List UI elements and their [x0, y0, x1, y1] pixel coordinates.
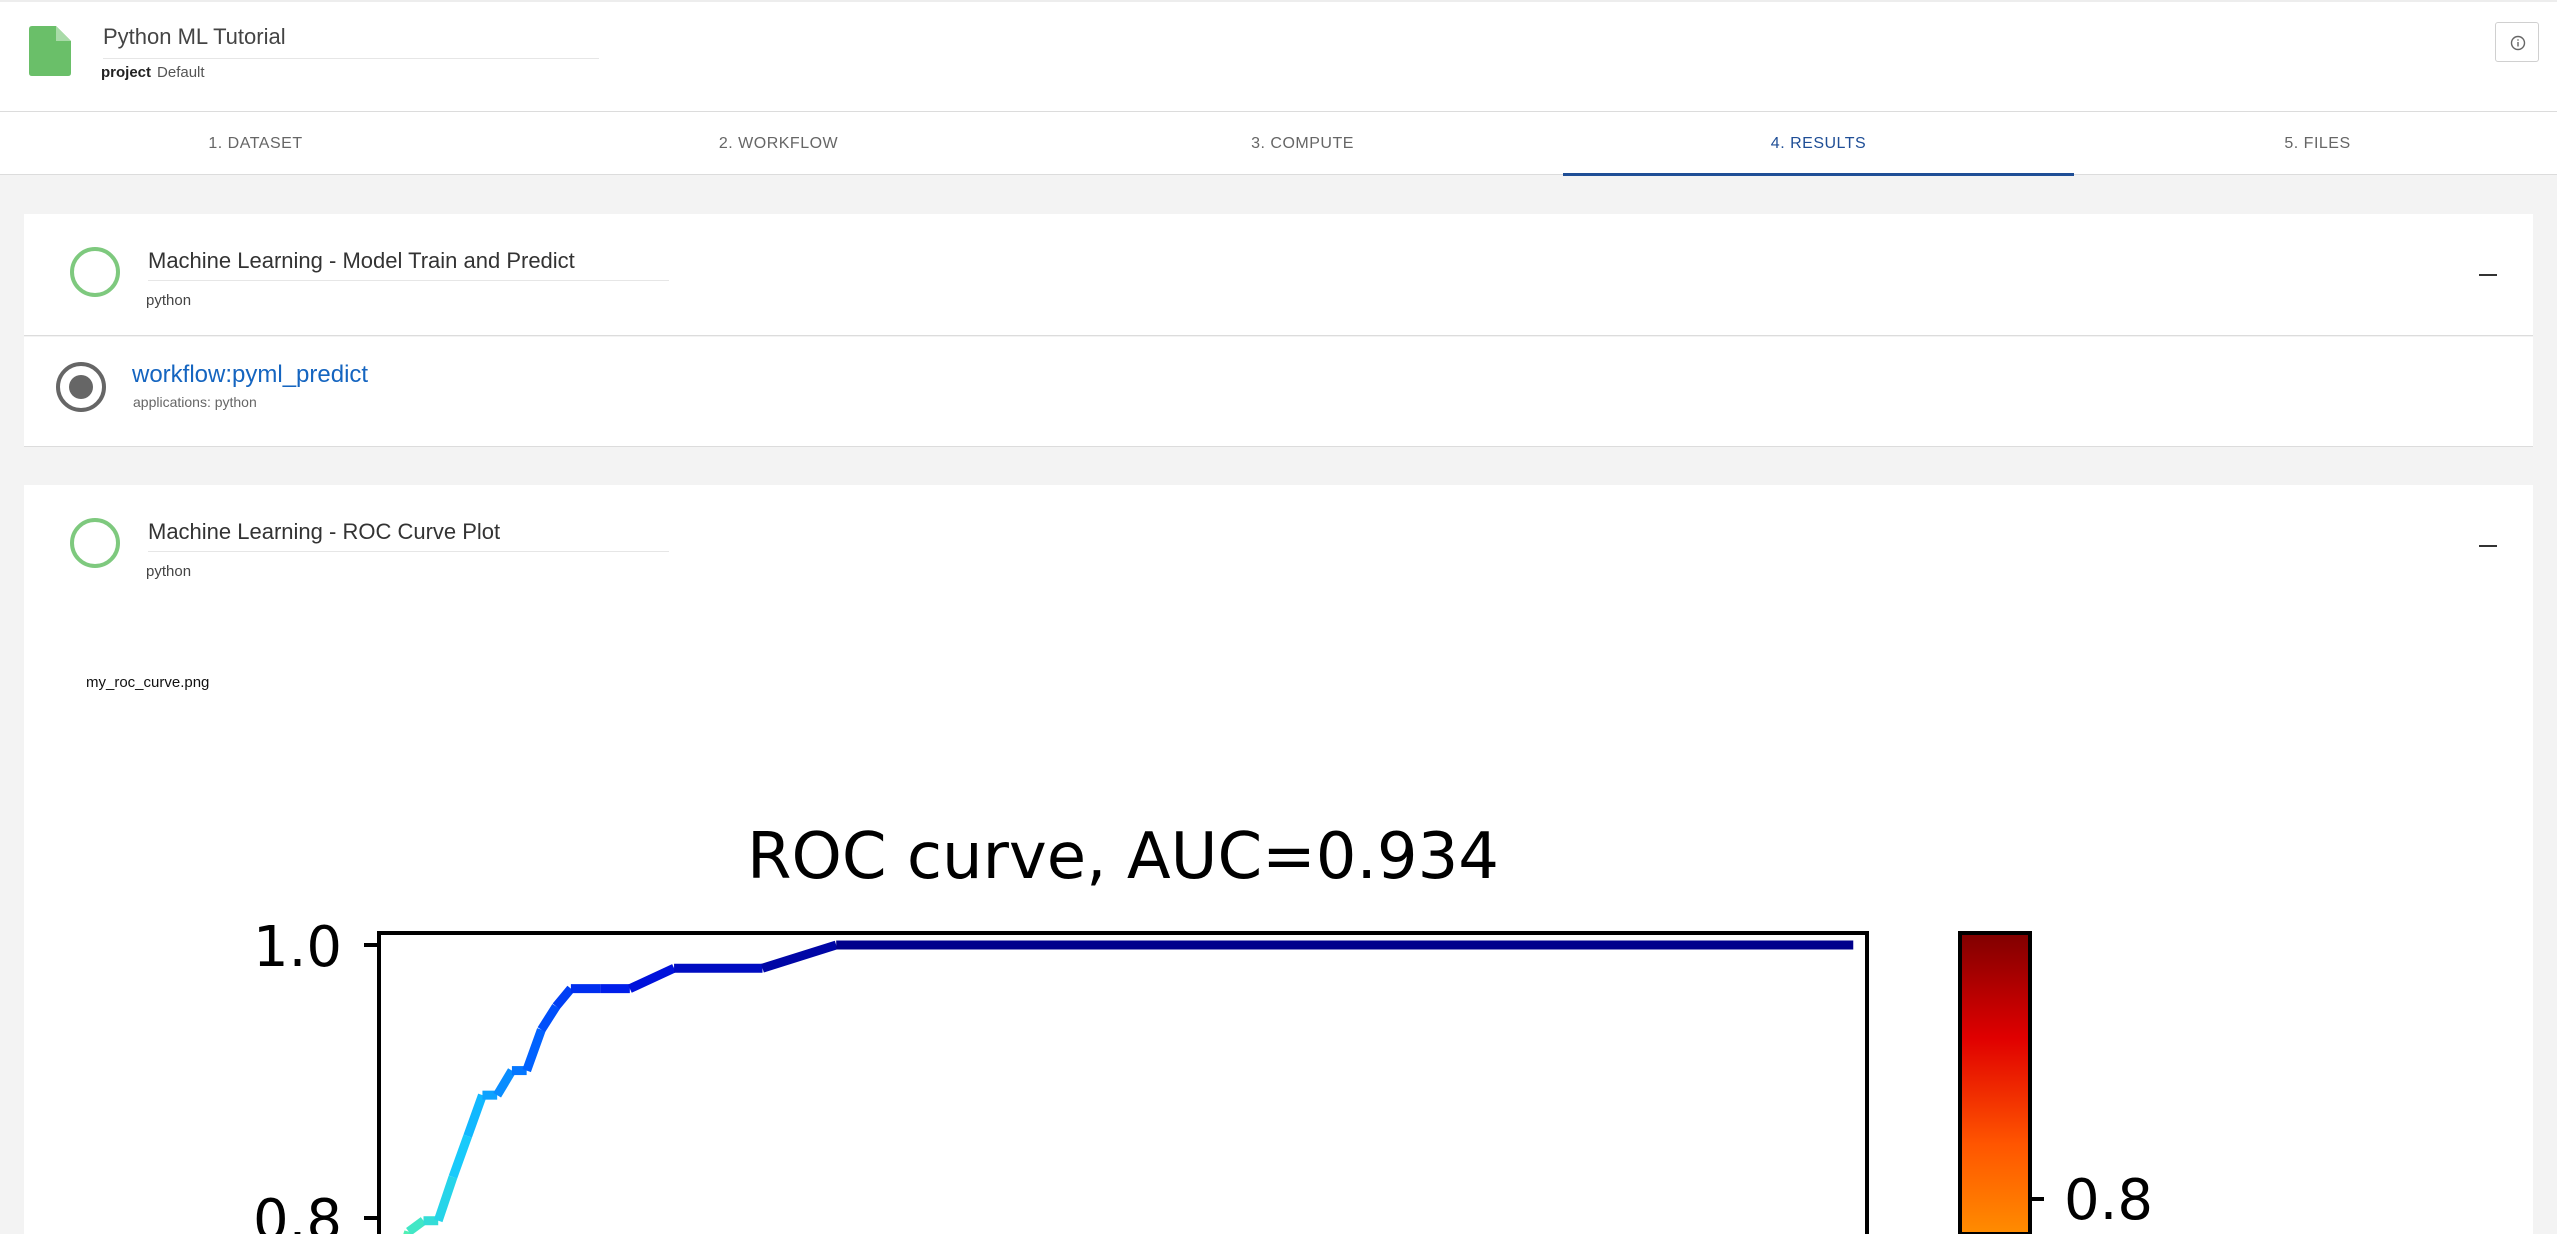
step-tabs: 1. DATASET 2. WORKFLOW 3. COMPUTE 4. RES…	[0, 112, 2557, 176]
roc-curve-segment	[627, 964, 676, 993]
roc-curve-series	[403, 940, 1854, 1234]
y-tick-label: 1.0	[253, 915, 342, 980]
roc-curve-segment	[433, 1175, 458, 1223]
roc-curve-segment	[406, 1217, 427, 1234]
tab-results[interactable]: 4. RESULTS	[1563, 112, 2074, 176]
collapse-icon[interactable]	[2479, 545, 2497, 547]
card-subtitle: python	[146, 292, 192, 309]
colorbar	[1958, 931, 2032, 1234]
status-ring-icon	[70, 518, 120, 568]
workflow-link[interactable]: workflow:pyml_predict	[132, 361, 368, 389]
roc-curve-segment	[448, 1134, 472, 1179]
y-tick-label: 0.8	[253, 1188, 342, 1234]
roc-chart: ROC curve, AUC=0.934 1.0 0.8 0.8	[253, 820, 2153, 1234]
info-icon	[2510, 35, 2526, 51]
project-label: project	[101, 64, 152, 81]
radio-selected-icon[interactable]	[56, 362, 106, 412]
tab-files[interactable]: 5. FILES	[2062, 112, 2557, 175]
tab-workflow[interactable]: 2. WORKFLOW	[523, 112, 1034, 175]
page-header: Python ML Tutorial project Default	[0, 0, 2557, 112]
info-button[interactable]	[2495, 22, 2539, 62]
project-value[interactable]: Default	[157, 64, 205, 81]
roc-curve-segment	[761, 940, 838, 973]
unit-card-roc-plot: Machine Learning - ROC Curve Plot python	[24, 485, 2533, 607]
document-icon	[29, 26, 71, 76]
unit-card-train-predict: Machine Learning - Model Train and Predi…	[24, 214, 2533, 336]
project-info: project Default	[101, 64, 205, 81]
plot-panel: my_roc_curve.png ROC curve, AUC=0.934 1.…	[24, 606, 2533, 1234]
roc-curve-segment	[493, 1068, 516, 1098]
tab-dataset[interactable]: 1. DATASET	[0, 112, 511, 175]
card-subtitle: python	[146, 563, 192, 580]
roc-curve-segment	[537, 1004, 560, 1033]
card-title[interactable]: Machine Learning - ROC Curve Plot	[148, 519, 669, 552]
page-title[interactable]: Python ML Tutorial	[103, 24, 599, 59]
roc-curve-segment	[552, 985, 575, 1010]
chart-title: ROC curve, AUC=0.934	[747, 820, 1499, 894]
workflow-applications: applications: python	[133, 394, 257, 410]
collapse-icon[interactable]	[2479, 274, 2497, 276]
status-ring-icon	[70, 247, 120, 297]
colorbar-tick-label: 0.8	[2064, 1168, 2153, 1233]
roc-curve-segment	[522, 1028, 546, 1073]
card-title[interactable]: Machine Learning - Model Train and Predi…	[148, 248, 669, 281]
workflow-row: workflow:pyml_predict applications: pyth…	[24, 337, 2533, 447]
roc-curve-segment	[463, 1093, 487, 1138]
tab-compute[interactable]: 3. COMPUTE	[1047, 112, 1558, 175]
plot-frame	[377, 931, 1869, 1234]
